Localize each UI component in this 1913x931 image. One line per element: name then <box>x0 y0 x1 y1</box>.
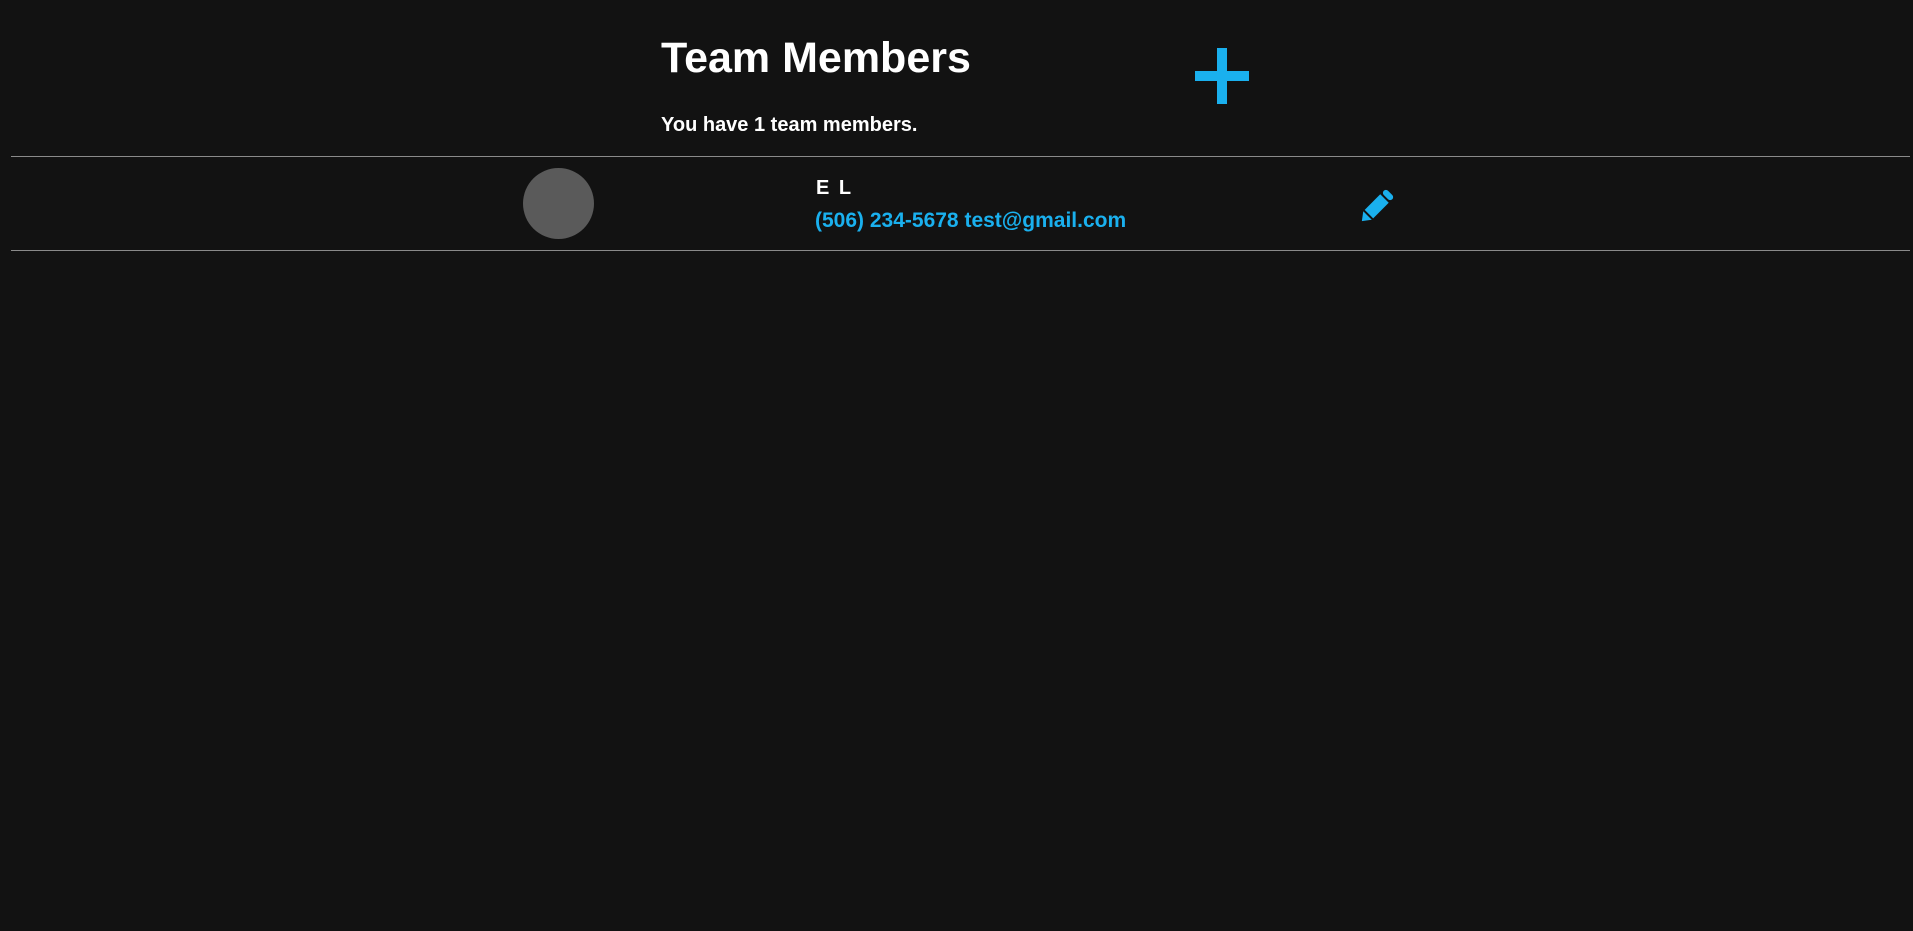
edit-member-button[interactable] <box>1356 187 1396 227</box>
member-contact: (506) 234-5678 test@gmail.com <box>815 208 1126 234</box>
pencil-icon <box>1361 189 1394 222</box>
team-members-page: Team Members You have 1 team members. E … <box>0 0 1913 931</box>
page-title: Team Members <box>661 34 971 82</box>
plus-icon <box>1195 48 1249 104</box>
list-item: E L (506) 234-5678 test@gmail.com <box>11 157 1910 250</box>
member-phone-link[interactable]: (506) 234-5678 <box>815 209 959 232</box>
add-member-button[interactable] <box>1192 44 1252 108</box>
avatar <box>523 168 594 239</box>
member-email-link[interactable]: test@gmail.com <box>964 209 1126 232</box>
member-count-text: You have 1 team members. <box>661 114 918 136</box>
member-name: E L <box>816 177 854 199</box>
list-bottom-divider <box>11 250 1910 251</box>
